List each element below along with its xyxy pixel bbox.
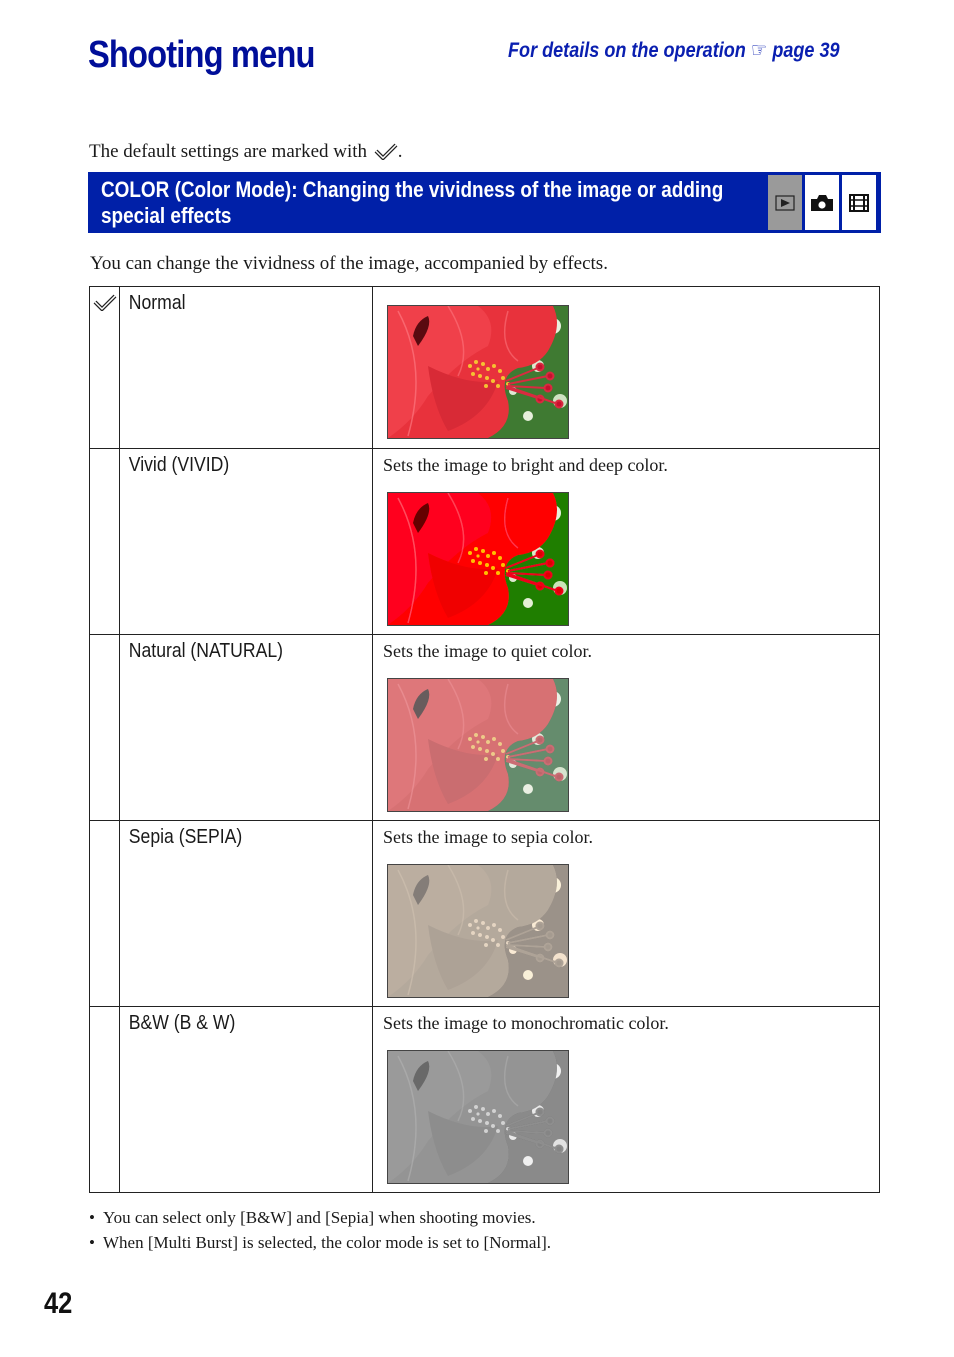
default-marker-cell <box>89 448 120 635</box>
notes-list: You can select only [B&W] and [Sepia] wh… <box>89 1208 551 1258</box>
section-heading: COLOR (Color Mode): Changing the vividne… <box>101 177 815 229</box>
note-item: You can select only [B&W] and [Sepia] wh… <box>89 1208 551 1233</box>
section-heading-line1: COLOR (Color Mode): Changing the vividne… <box>101 177 724 202</box>
color-mode-row: Normal <box>89 286 880 449</box>
color-mode-row: B&W (B & W) Sets the image to monochromat… <box>89 1006 880 1193</box>
note-item: When [Multi Burst] is selected, the colo… <box>89 1233 551 1258</box>
mode-description-cell: Sets the image to monochromatic color. <box>372 1006 880 1193</box>
sample-photo-natural <box>387 678 569 812</box>
default-marker-cell <box>89 634 120 821</box>
default-check-icon <box>374 143 398 160</box>
mode-name-cell: Vivid (VIVID) <box>119 448 373 635</box>
xref-page-link[interactable]: page 39 <box>772 39 839 62</box>
sample-photo-sepia <box>387 864 569 998</box>
movie-mode-icon <box>842 175 876 230</box>
intro-text: The default settings are marked with <box>89 141 368 162</box>
sample-photo-normal <box>387 305 569 439</box>
color-mode-row: Vivid (VIVID) Sets the image to bright an… <box>89 448 880 635</box>
page-number: 42 <box>44 1287 73 1320</box>
color-mode-table: Normal Vivid (VIVID) Sets the image to bri… <box>89 286 880 1193</box>
mode-availability-icons <box>768 175 876 230</box>
mode-description: Sets the image to bright and deep color. <box>383 455 668 475</box>
mode-description: Sets the image to monochromatic color. <box>383 1013 669 1033</box>
mode-description: Sets the image to quiet color. <box>383 641 592 661</box>
sample-photo-bw <box>387 1050 569 1184</box>
pointing-hand-icon: ☞ <box>750 39 768 62</box>
default-marker-cell <box>89 286 120 449</box>
still-camera-mode-icon <box>805 175 839 230</box>
color-mode-row: Sepia (SEPIA) Sets the image to sepia col… <box>89 820 880 1007</box>
default-marker-cell <box>89 1006 120 1193</box>
intro-suffix: . <box>397 141 403 162</box>
mode-description-cell: Sets the image to bright and deep color. <box>372 448 880 635</box>
mode-description-cell: Sets the image to sepia color. <box>372 820 880 1007</box>
default-settings-note: The default settings are marked with . <box>89 141 403 163</box>
mode-name: Vivid (VIVID) <box>128 454 230 476</box>
section-description: You can change the vividness of the imag… <box>90 253 608 274</box>
section-banner: COLOR (Color Mode): Changing the vividne… <box>88 172 881 233</box>
mode-description: Sets the image to sepia color. <box>383 827 593 847</box>
sample-photo-vivid <box>387 492 569 626</box>
mode-description-cell <box>372 286 880 449</box>
color-mode-row: Natural (NATURAL) Sets the image to quiet… <box>89 634 880 821</box>
section-heading-line2: special effects <box>101 203 232 228</box>
default-check-icon <box>90 287 119 316</box>
mode-name: Normal <box>128 292 186 314</box>
mode-name-cell: Normal <box>119 286 373 449</box>
operation-reference[interactable]: For details on the operation ☞ page 39 <box>508 38 840 63</box>
mode-name: Natural (NATURAL) <box>128 640 283 662</box>
xref-prefix: For details on the operation <box>508 39 746 62</box>
mode-description-cell: Sets the image to quiet color. <box>372 634 880 821</box>
playback-mode-icon <box>768 175 802 230</box>
default-marker-cell <box>89 820 120 1007</box>
page-title: Shooting menu <box>88 34 315 76</box>
mode-name-cell: Natural (NATURAL) <box>119 634 373 821</box>
mode-name: Sepia (SEPIA) <box>128 826 243 848</box>
mode-name-cell: Sepia (SEPIA) <box>119 820 373 1007</box>
mode-name: B&W (B & W) <box>128 1012 236 1034</box>
mode-name-cell: B&W (B & W) <box>119 1006 373 1193</box>
